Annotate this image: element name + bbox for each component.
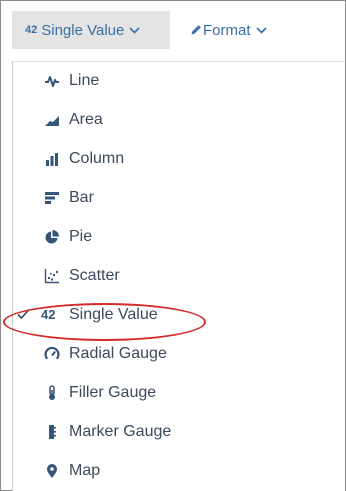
map-pin-icon xyxy=(44,463,60,479)
filler-gauge-icon xyxy=(44,385,60,401)
menu-item-single-value[interactable]: 42 Single Value xyxy=(13,296,343,334)
check-icon xyxy=(17,306,30,322)
menu-item-radial-gauge[interactable]: Radial Gauge xyxy=(13,335,343,373)
scatter-chart-icon xyxy=(44,268,60,284)
visualization-type-label: Single Value xyxy=(41,21,125,39)
menu-item-label: Map xyxy=(69,462,101,479)
menu-item-pie[interactable]: Pie xyxy=(13,218,343,256)
pencil-icon xyxy=(190,24,202,36)
single-value-badge: 42 xyxy=(25,24,38,36)
menu-item-scatter[interactable]: Scatter xyxy=(13,257,343,295)
visualization-picker: 42 Single Value Format Line Area Column … xyxy=(0,0,346,491)
menu-item-label: Radial Gauge xyxy=(69,345,167,362)
menu-item-label: Column xyxy=(69,150,125,167)
bar-chart-icon xyxy=(44,190,60,206)
visualization-type-button[interactable]: 42 Single Value xyxy=(12,11,170,49)
area-chart-icon xyxy=(44,112,60,128)
single-value-icon: 42 xyxy=(41,307,56,322)
toolbar: 42 Single Value Format xyxy=(1,1,345,61)
menu-item-label: Scatter xyxy=(69,267,120,284)
pie-chart-icon xyxy=(44,229,60,245)
format-label: Format xyxy=(203,21,251,39)
menu-item-label: Single Value xyxy=(69,306,158,323)
menu-item-label: Line xyxy=(69,72,100,89)
menu-item-filler-gauge[interactable]: Filler Gauge xyxy=(13,374,343,412)
column-chart-icon xyxy=(44,151,60,167)
menu-item-line[interactable]: Line xyxy=(13,62,343,100)
format-button[interactable]: Format xyxy=(188,11,288,49)
menu-item-marker-gauge[interactable]: Marker Gauge xyxy=(13,413,343,451)
menu-item-label: Area xyxy=(69,111,103,128)
menu-item-bar[interactable]: Bar xyxy=(13,179,343,217)
menu-item-label: Filler Gauge xyxy=(69,384,157,401)
menu-item-label: Marker Gauge xyxy=(69,423,172,440)
radial-gauge-icon xyxy=(44,346,60,362)
menu-item-label: Pie xyxy=(69,228,93,245)
menu-item-area[interactable]: Area xyxy=(13,101,343,139)
marker-gauge-icon xyxy=(44,424,60,440)
menu-item-map[interactable]: Map xyxy=(13,452,343,490)
chevron-down-icon xyxy=(255,26,267,34)
menu-item-label: Bar xyxy=(69,189,94,206)
line-chart-icon xyxy=(44,73,60,89)
chevron-down-icon xyxy=(129,26,140,34)
menu-item-column[interactable]: Column xyxy=(13,140,343,178)
visualization-type-menu: Line Area Column Bar Pie Scatter 42 Sing… xyxy=(12,61,345,491)
